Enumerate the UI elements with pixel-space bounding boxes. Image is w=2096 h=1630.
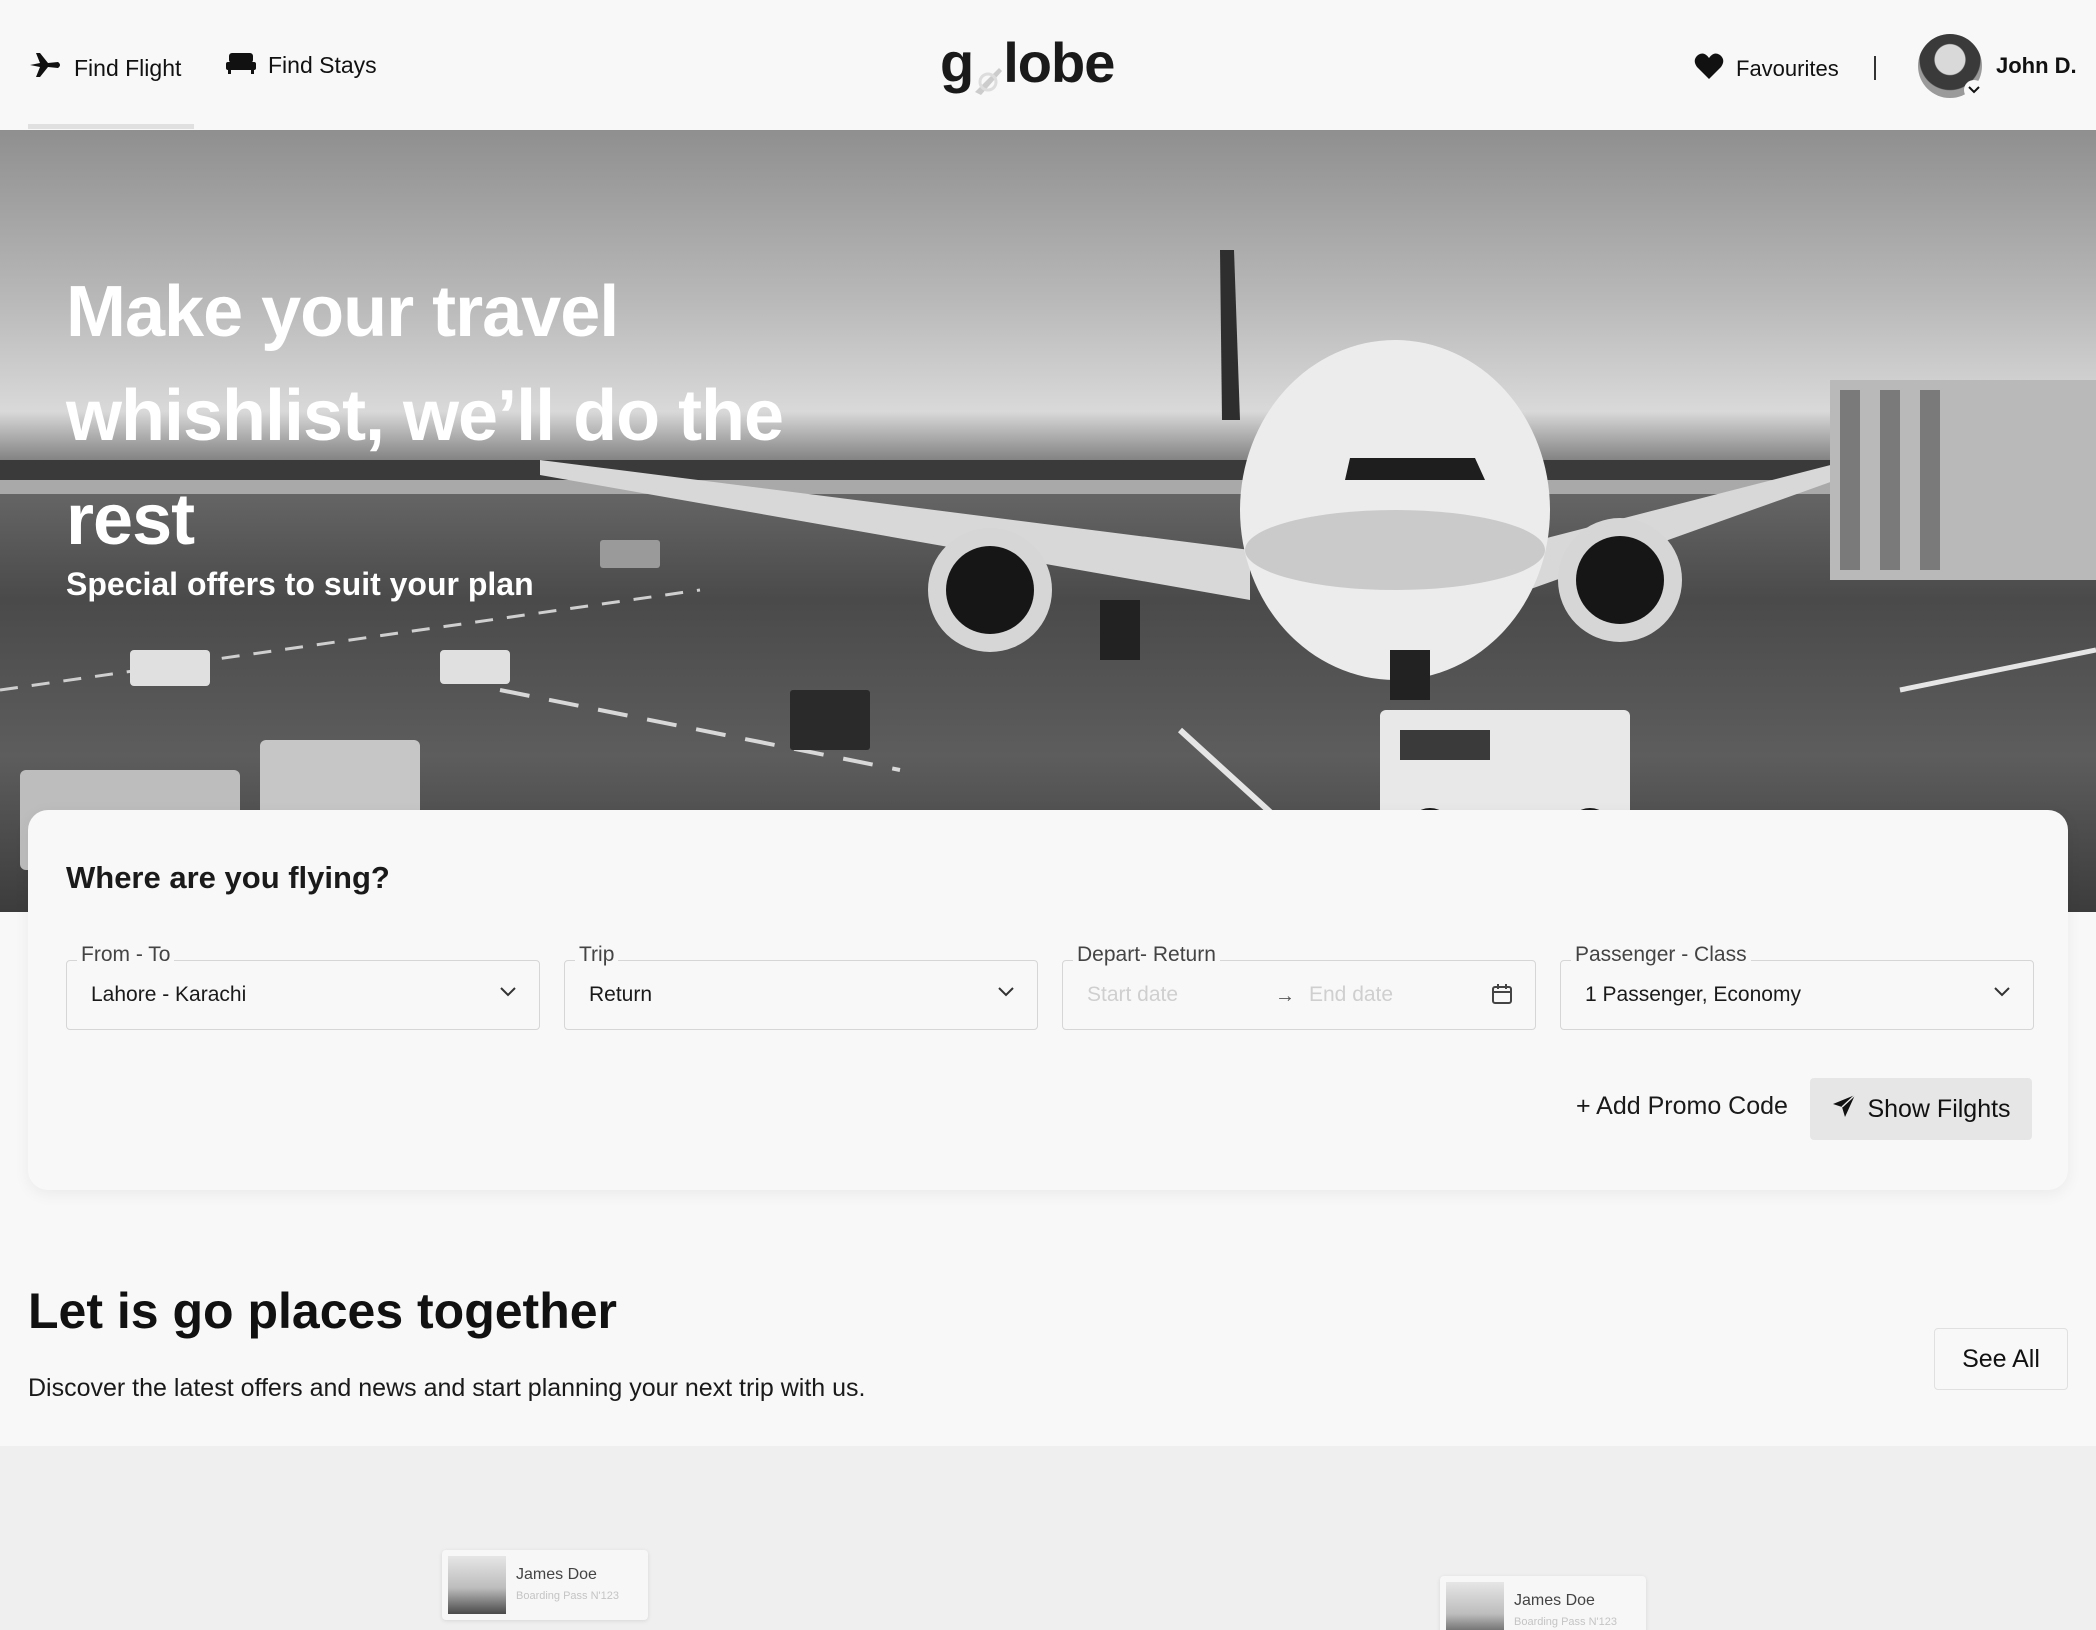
user-name: John D. <box>1996 53 2077 78</box>
passenger-name: James Doe <box>516 1566 597 1583</box>
top-nav-bar: Find Flight Find Stays g lobe Favourites… <box>0 0 2096 130</box>
calendar-icon[interactable] <box>1491 983 1513 1010</box>
paper-plane-icon <box>1831 1093 1857 1126</box>
passenger-value: 1 Passenger, Economy <box>1585 983 1801 1006</box>
add-promo-code-button[interactable]: + Add Promo Code <box>1576 1092 1788 1121</box>
golobe-logo[interactable]: g lobe <box>940 30 1115 95</box>
destination-thumbnail <box>1446 1582 1504 1630</box>
chevron-down-icon <box>1993 985 2011 1003</box>
nav-find-stays[interactable]: Find Stays <box>226 50 377 80</box>
favourites-link[interactable]: Favourites <box>1694 52 1839 86</box>
from-to-label: From - To <box>77 943 175 967</box>
logo-text-start: g <box>940 31 974 94</box>
passenger-name: James Doe <box>1514 1592 1595 1609</box>
passenger-class-select[interactable]: Passenger - Class 1 Passenger, Economy <box>1560 943 2034 1030</box>
bed-icon <box>226 50 256 80</box>
offers-preview-area: James Doe Boarding Pass N'123 James Doe … <box>0 1446 2096 1630</box>
nav-find-flight[interactable]: Find Flight <box>28 50 181 86</box>
logo-text-end: lobe <box>1003 31 1115 94</box>
trip-select[interactable]: Trip Return <box>564 943 1038 1030</box>
passenger-label: Passenger - Class <box>1571 943 1751 967</box>
end-date-input[interactable]: End date <box>1309 983 1393 1007</box>
user-profile-menu[interactable]: John D. <box>1918 34 2077 100</box>
hero-banner: Make your travel whishlist, we’ll do the… <box>0 130 2096 912</box>
hero-subtitle: Special offers to suit your plan <box>66 566 534 602</box>
boarding-pass-number: Boarding Pass N'123 <box>1514 1616 1617 1628</box>
flight-search-card: Where are you flying? From - To Lahore -… <box>28 810 2068 1190</box>
from-to-value: Lahore - Karachi <box>91 983 247 1006</box>
destination-thumbnail <box>448 1556 506 1614</box>
places-section-title: Let is go places together <box>28 1283 618 1339</box>
chevron-down-icon <box>997 985 1015 1003</box>
favourites-label: Favourites <box>1736 56 1839 81</box>
dates-label: Depart- Return <box>1073 943 1220 967</box>
header-divider <box>1874 56 1876 80</box>
heart-icon <box>1694 52 1724 86</box>
logo-plane-icon <box>971 46 1005 95</box>
active-nav-indicator <box>28 124 194 129</box>
date-range-picker[interactable]: Depart- Return Start date → End date <box>1062 943 1536 1030</box>
trip-label: Trip <box>575 943 619 967</box>
trip-value: Return <box>589 983 653 1006</box>
places-section-subtitle: Discover the latest offers and news and … <box>28 1374 866 1402</box>
hero-title: Make your travel whishlist, we’ll do the… <box>66 272 784 560</box>
from-to-select[interactable]: From - To Lahore - Karachi <box>66 943 540 1030</box>
chevron-down-icon <box>499 985 517 1003</box>
see-all-button[interactable]: See All <box>1934 1328 2068 1390</box>
nav-find-flight-label: Find Flight <box>74 54 182 81</box>
avatar[interactable] <box>1918 34 1984 100</box>
boarding-pass-card[interactable]: James Doe Boarding Pass N'123 <box>442 1550 648 1620</box>
chevron-down-icon <box>1964 80 1984 100</box>
show-flights-label: Show Filghts <box>1867 1094 2011 1123</box>
show-flights-button[interactable]: Show Filghts <box>1810 1078 2032 1140</box>
start-date-input[interactable]: Start date <box>1087 983 1178 1007</box>
search-card-title: Where are you flying? <box>66 860 390 895</box>
arrow-right-icon: → <box>1275 985 1295 1007</box>
boarding-pass-card[interactable]: James Doe Boarding Pass N'123 <box>1440 1576 1646 1630</box>
boarding-pass-number: Boarding Pass N'123 <box>516 1590 619 1602</box>
airplane-icon <box>28 50 62 86</box>
nav-find-stays-label: Find Stays <box>268 51 377 78</box>
